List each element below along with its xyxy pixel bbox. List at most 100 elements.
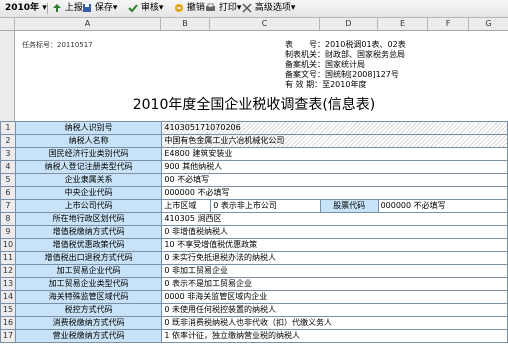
toolbar-separator [47,3,48,14]
field-value[interactable]: 0 表示非上市公司 [210,199,321,213]
field-label: 企业隶属关系 [14,173,163,187]
field-label: 增值税优惠政策代码 [14,238,163,252]
info-table: 1 纳税人识别号 410305171070206 2 纳税人名称 中国有色金属工业六冶机械… [0,121,508,343]
row-number[interactable]: 5 [0,173,16,187]
field-value[interactable]: 0 未使用任何税控装置的纳税人 [161,303,508,317]
row-number[interactable]: 6 [0,186,16,200]
advanced-options-button[interactable]: 高级选项▾ [242,2,295,15]
field-value[interactable]: 10 不享受增值税优惠政策 [161,238,508,252]
meta-line: 备案文号：国统制[2008]127号 [285,70,399,79]
table-row: 11 增值税出口退税方式代码 0 未实行免抵退税办法的纳税人 [0,251,508,265]
row-number[interactable]: 2 [0,134,16,148]
field-label: 国民经济行业类别代码 [14,147,163,161]
field-label: 中央企业代码 [14,186,163,200]
table-row: 15 税控方式代码 0 未使用任何税控装置的纳税人 [0,303,508,317]
field-value[interactable]: 0 未实行免抵退税办法的纳税人 [161,251,508,265]
table-row: 13 加工贸易企业类型代码 0 表示不是加工贸易企业 [0,277,508,291]
field-label: 海关特殊监管区域代码 [14,290,163,304]
column-header-d[interactable]: D [320,18,378,30]
field-label: 加工贸易企业代码 [14,264,163,278]
revoke-button[interactable]: 撤销 [174,2,205,15]
column-header-b[interactable]: B [161,18,210,30]
column-header-g[interactable]: G [469,18,508,30]
field-value[interactable]: 0000 非海关监管区域内企业 [161,290,508,304]
field-value[interactable]: 中国有色金属工业六冶机械化公司 [161,134,508,148]
task-number: 任务标号：20110517 [22,41,93,49]
upload-arrow-icon [53,3,61,12]
field-value[interactable]: E4800 建筑安装业 [161,147,508,161]
field-value[interactable]: 0 表示不是加工贸易企业 [161,277,508,291]
field-value[interactable]: 0 既非消费税纳税人也非代收（扣）代缴义务人 [161,316,508,330]
dropdown-arrow-icon: ▾ [158,3,164,13]
field-label: 营业税缴纳方式代码 [14,329,163,343]
table-row: 10 增值税优惠政策代码 10 不享受增值税优惠政策 [0,238,508,252]
row-number[interactable]: 11 [0,251,16,265]
table-row: 3 国民经济行业类别代码 E4800 建筑安装业 [0,147,508,161]
meta-line: 有 效 期：至2010年度 [285,80,367,89]
column-header-bar: A B C D E F G [0,18,508,31]
field-value[interactable]: 410305171070206 [161,121,508,135]
field-label: 税控方式代码 [14,303,163,317]
dropdown-arrow-icon: ▾ [236,3,242,13]
report-button[interactable]: 上报 [52,2,83,15]
field-label: 消费税缴纳方式代码 [14,316,163,330]
column-header-f[interactable]: F [428,18,469,30]
printer-icon [206,3,215,11]
table-row: 16 消费税缴纳方式代码 0 既非消费税纳税人也非代收（扣）代缴义务人 [0,316,508,330]
row-number[interactable]: 17 [0,329,16,343]
row-number[interactable]: 16 [0,316,16,330]
field-label: 增值税出口退税方式代码 [14,251,163,265]
field-label: 加工贸易企业类型代码 [14,277,163,291]
table-row: 7 上市公司代码 上市区域 0 表示非上市公司 股票代码 000000 不必填写 [0,199,508,213]
table-row: 17 营业税缴纳方式代码 1 依率计征，独立缴纳营业税的纳税人 [0,329,508,343]
row-number[interactable]: 7 [0,199,16,213]
field-value[interactable]: 00 不必填写 [161,173,508,187]
field-value[interactable]: 1 依率计征，独立缴纳营业税的纳税人 [161,329,508,343]
field-value[interactable]: 900 其他纳税人 [161,160,508,174]
column-header-c[interactable]: C [210,18,320,30]
toolbar: 2010年 ▾ 上报 保存▾ 审核▾ 撤销 打印▾ 高级选项▾ [0,0,508,18]
table-row: 6 中央企业代码 000000 不必填写 [0,186,508,200]
column-header-a[interactable]: A [15,18,161,30]
row-number[interactable]: 1 [0,121,16,135]
table-row: 14 海关特殊监管区域代码 0000 非海关监管区域内企业 [0,290,508,304]
audit-button[interactable]: 审核▾ [128,2,163,15]
field-value[interactable]: 000000 不必填写 [377,199,508,213]
field-label: 增值税缴纳方式代码 [14,225,163,239]
table-row: 4 纳税人登记注册类型代码 900 其他纳税人 [0,160,508,174]
meta-line: 备案机关：国家统计局 [285,60,365,69]
row-number[interactable]: 3 [0,147,16,161]
corner-cell[interactable] [0,18,15,30]
field-label: 上市公司代码 [14,199,163,213]
field-value[interactable]: 000000 不必填写 [161,186,508,200]
table-row: 5 企业隶属关系 00 不必填写 [0,173,508,187]
year-selector[interactable]: 2010年 ▾ [2,2,50,15]
dropdown-arrow-icon: ▾ [112,3,118,13]
save-disk-icon [83,3,91,12]
revoke-icon [175,3,183,12]
table-row: 12 加工贸易企业代码 0 非加工贸易企业 [0,264,508,278]
row-number[interactable]: 8 [0,212,16,226]
row-number[interactable]: 10 [0,238,16,252]
meta-line: 表 号：2010税调01表、02表 [285,40,406,49]
column-header-e[interactable]: E [378,18,428,30]
row-number[interactable]: 12 [0,264,16,278]
field-value[interactable]: 0 非增值税纳税人 [161,225,508,239]
table-row: 2 纳税人名称 中国有色金属工业六冶机械化公司 [0,134,508,148]
field-value[interactable]: 410305 涧西区 [161,212,508,226]
field-label: 纳税人识别号 [14,121,163,135]
table-row: 8 所在地行政区划代码 410305 涧西区 [0,212,508,226]
row-number[interactable]: 14 [0,290,16,304]
row-number[interactable]: 4 [0,160,16,174]
print-button[interactable]: 打印▾ [205,2,241,15]
table-row: 1 纳税人识别号 410305171070206 [0,121,508,135]
row-number[interactable]: 9 [0,225,16,239]
field-label: 纳税人名称 [14,134,163,148]
field-value[interactable]: 上市区域 [161,199,212,213]
field-value[interactable]: 0 非加工贸易企业 [161,264,508,278]
row-number[interactable]: 15 [0,303,16,317]
table-row: 9 增值税缴纳方式代码 0 非增值税纳税人 [0,225,508,239]
save-button[interactable]: 保存▾ [82,2,117,15]
field-label: 所在地行政区划代码 [14,212,163,226]
row-number[interactable]: 13 [0,277,16,291]
